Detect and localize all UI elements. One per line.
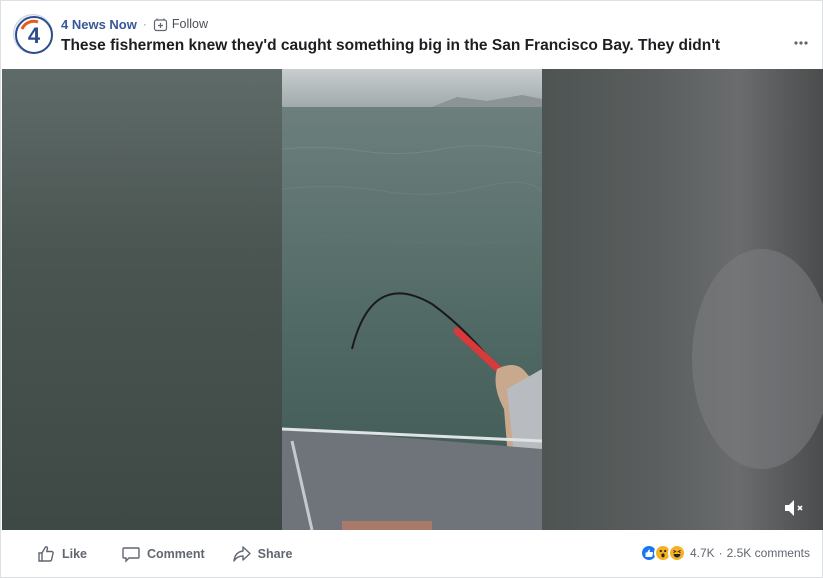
share-arrow-icon bbox=[232, 544, 252, 564]
page-name-link[interactable]: 4 News Now bbox=[61, 17, 137, 32]
comment-button[interactable]: Comment bbox=[121, 542, 205, 566]
reaction-count[interactable]: 4.7K bbox=[690, 546, 715, 560]
volume-muted-icon bbox=[785, 500, 803, 516]
reaction-icons[interactable] bbox=[639, 544, 686, 562]
like-button[interactable]: Like bbox=[36, 542, 87, 566]
share-button[interactable]: Share bbox=[232, 542, 293, 566]
follow-label: Follow bbox=[171, 17, 208, 31]
mute-button[interactable] bbox=[783, 498, 807, 518]
svg-text:4: 4 bbox=[28, 23, 41, 48]
like-label: Like bbox=[62, 547, 88, 561]
thumbs-up-icon bbox=[36, 544, 56, 564]
page-line: 4 News Now · Follow bbox=[61, 15, 208, 33]
comment-label: Comment bbox=[147, 547, 205, 561]
post-title: These fishermen knew they'd caught somet… bbox=[61, 37, 721, 54]
post-card: 4 4 News Now · Follow These fishermen kn… bbox=[0, 0, 823, 578]
blurred-hand bbox=[692, 249, 823, 469]
more-options-icon bbox=[794, 41, 808, 45]
news4-logo-icon: 4 bbox=[15, 16, 53, 54]
separator-dot: · bbox=[142, 17, 147, 31]
follow-icon bbox=[153, 17, 168, 32]
more-options-button[interactable] bbox=[789, 35, 813, 51]
haha-reaction-icon bbox=[667, 544, 686, 562]
video-frame bbox=[282, 69, 542, 530]
reaction-stats: 4.7K · 2.5K comments bbox=[639, 544, 810, 562]
video-blur-right bbox=[542, 69, 823, 530]
share-label: Share bbox=[257, 547, 293, 561]
video-blur-left bbox=[2, 69, 282, 530]
post-header: 4 4 News Now · Follow These fishermen kn… bbox=[13, 11, 813, 59]
page-avatar[interactable]: 4 bbox=[13, 14, 53, 54]
comment-icon bbox=[121, 544, 141, 564]
stats-separator: · bbox=[718, 546, 723, 560]
video-player[interactable] bbox=[2, 69, 823, 530]
follow-button[interactable]: Follow bbox=[153, 17, 208, 32]
comment-count[interactable]: 2.5K comments bbox=[727, 546, 810, 560]
post-actions: Like Comment Share 4.7K · 2.5K comments bbox=[1, 530, 822, 578]
